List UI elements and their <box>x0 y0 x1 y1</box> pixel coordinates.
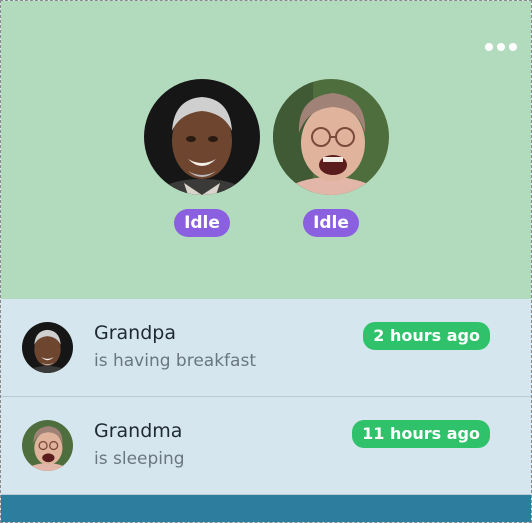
more-horizontal-icon <box>485 43 493 51</box>
grandpa-status-badge: Idle <box>174 209 230 237</box>
time-badge: 11 hours ago <box>352 420 490 448</box>
person-activity: is sleeping <box>94 449 185 469</box>
grandma-avatar[interactable] <box>273 79 389 195</box>
list-item[interactable]: Grandpa is having breakfast 2 hours ago <box>1 299 531 397</box>
grandpa-card[interactable]: Idle <box>144 79 260 237</box>
activity-list: Grandpa is having breakfast 2 hours ago … <box>1 299 531 495</box>
person-name: Grandma <box>94 420 183 442</box>
more-options-button[interactable] <box>485 41 517 53</box>
grandma-status-badge: Idle <box>303 209 359 237</box>
person-name: Grandpa <box>94 322 176 344</box>
list-item[interactable]: Grandma is sleeping 11 hours ago <box>1 397 531 495</box>
person-activity: is having breakfast <box>94 351 256 371</box>
app-screen: Idle Idle Grandpa is having breakfast 2 … <box>0 0 532 523</box>
time-badge: 2 hours ago <box>363 322 490 350</box>
grandma-small-avatar <box>22 420 73 471</box>
grandpa-avatar[interactable] <box>144 79 260 195</box>
grandma-card[interactable]: Idle <box>273 79 389 237</box>
bottom-bar <box>1 495 531 522</box>
family-header: Idle Idle <box>1 1 531 299</box>
grandpa-small-avatar <box>22 322 73 373</box>
